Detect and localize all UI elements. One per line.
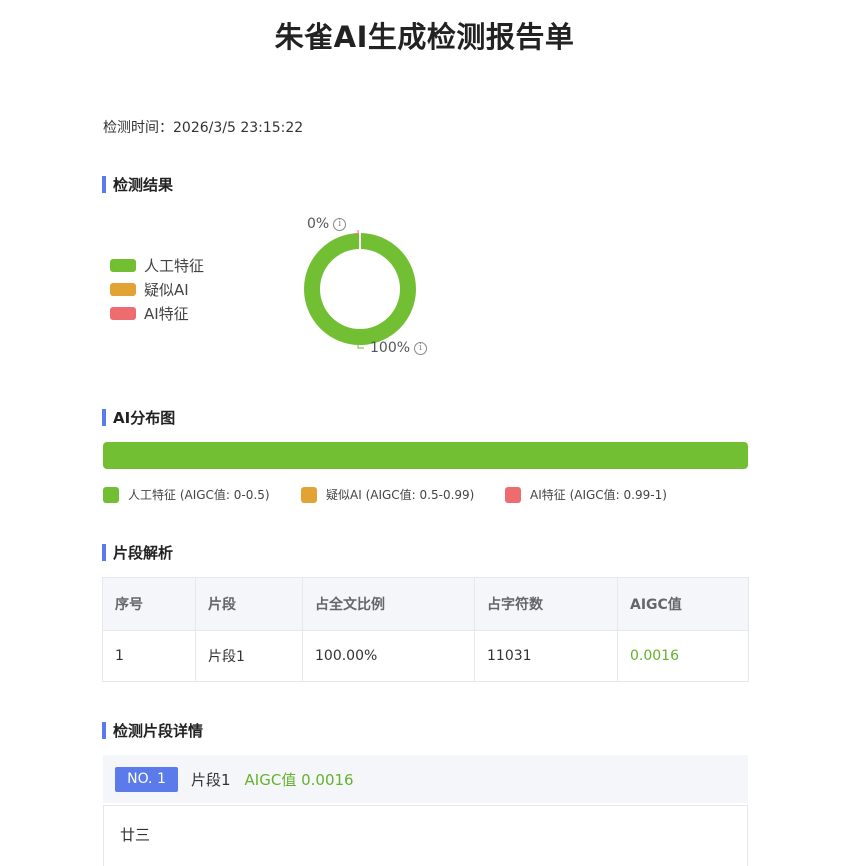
section-details-title: 检测片段详情 <box>113 721 204 740</box>
legend-swatch-human <box>110 258 136 272</box>
cell-segment: 片段1 <box>195 630 303 682</box>
detail-segment-name: 片段1 <box>191 770 231 789</box>
section-segments-title: 片段解析 <box>113 543 174 562</box>
dist-swatch-suspected <box>301 486 317 503</box>
legend-label-suspected: 疑似AI <box>144 280 189 299</box>
section-result-title: 检测结果 <box>113 175 174 194</box>
section-distribution-title: AI分布图 <box>113 408 176 427</box>
donut-label-ai: 0% i <box>307 216 347 232</box>
donut-slice-human[interactable] <box>304 233 416 345</box>
dist-swatch-ai <box>505 486 521 503</box>
cell-ratio: 100.00% <box>302 630 475 682</box>
report-title: 朱雀AI生成检测报告单 <box>274 20 575 54</box>
dist-legend-label-suspected: 疑似AI (AIGC值: 0.5-0.99) <box>326 488 475 502</box>
table-header-ratio: 占全文比例 <box>302 577 475 631</box>
section-distribution-heading: AI分布图 <box>102 408 176 427</box>
legend-swatch-ai <box>110 306 136 320</box>
segment-table: 序号 片段 占全文比例 占字符数 AIGC值 1 片段1 100.00% 110… <box>102 577 749 682</box>
table-row[interactable]: 1 片段1 100.00% 11031 0.0016 <box>102 630 749 682</box>
donut-label-human: 100% i <box>370 340 428 356</box>
detect-time-value: 2026/3/5 23:15:22 <box>173 120 304 136</box>
section-segments-heading: 片段解析 <box>102 543 174 562</box>
info-icon[interactable]: i <box>414 341 428 355</box>
legend-item-suspected[interactable]: 疑似AI <box>110 277 204 301</box>
dist-legend-suspected: 疑似AI (AIGC值: 0.5-0.99) <box>301 486 505 503</box>
detail-aigc-value: AIGC值 0.0016 <box>244 770 354 789</box>
table-header-segment: 片段 <box>195 577 303 631</box>
dist-legend-label-ai: AI特征 (AIGC值: 0.99-1) <box>530 488 667 502</box>
detail-header: NO. 1 片段1 AIGC值 0.0016 <box>103 755 748 803</box>
distribution-legend: 人工特征 (AIGC值: 0-0.5) 疑似AI (AIGC值: 0.5-0.9… <box>103 486 667 503</box>
distribution-bar-fill-human <box>103 442 748 469</box>
info-icon[interactable]: i <box>333 217 347 231</box>
detect-time: 检测时间：2026/3/5 23:15:22 <box>103 117 303 137</box>
cell-chars: 11031 <box>474 630 618 682</box>
table-header-aigc: AIGC值 <box>617 577 749 631</box>
dist-legend-label-human: 人工特征 (AIGC值: 0-0.5) <box>128 488 270 502</box>
donut-legend: 人工特征 疑似AI AI特征 <box>110 253 204 325</box>
detail-body: 廿三 <box>103 805 748 866</box>
donut-label-ai-value: 0% <box>307 216 330 232</box>
donut-chart: 0% i 100% i <box>290 210 450 370</box>
table-header-chars: 占字符数 <box>474 577 618 631</box>
legend-swatch-suspected <box>110 282 136 296</box>
section-marker <box>102 721 106 739</box>
cell-index: 1 <box>102 630 196 682</box>
legend-item-ai[interactable]: AI特征 <box>110 301 204 325</box>
detail-text: 廿三 <box>120 826 151 844</box>
dist-swatch-human <box>103 486 119 503</box>
donut-label-human-value: 100% <box>370 340 411 356</box>
dist-legend-human: 人工特征 (AIGC值: 0-0.5) <box>103 486 301 503</box>
section-marker <box>102 175 106 193</box>
section-result-heading: 检测结果 <box>102 175 174 194</box>
section-marker <box>102 543 106 561</box>
legend-item-human[interactable]: 人工特征 <box>110 253 204 277</box>
legend-label-ai: AI特征 <box>144 304 189 323</box>
dist-legend-ai: AI特征 (AIGC值: 0.99-1) <box>505 486 667 503</box>
legend-label-human: 人工特征 <box>144 256 205 275</box>
segment-number-badge: NO. 1 <box>115 766 178 792</box>
table-header-index: 序号 <box>102 577 196 631</box>
section-details-heading: 检测片段详情 <box>102 721 204 740</box>
detect-time-label: 检测时间： <box>103 120 173 136</box>
table-header-row: 序号 片段 占全文比例 占字符数 AIGC值 <box>102 577 749 631</box>
section-marker <box>102 408 106 426</box>
distribution-bar <box>103 442 748 469</box>
cell-aigc: 0.0016 <box>617 630 749 682</box>
